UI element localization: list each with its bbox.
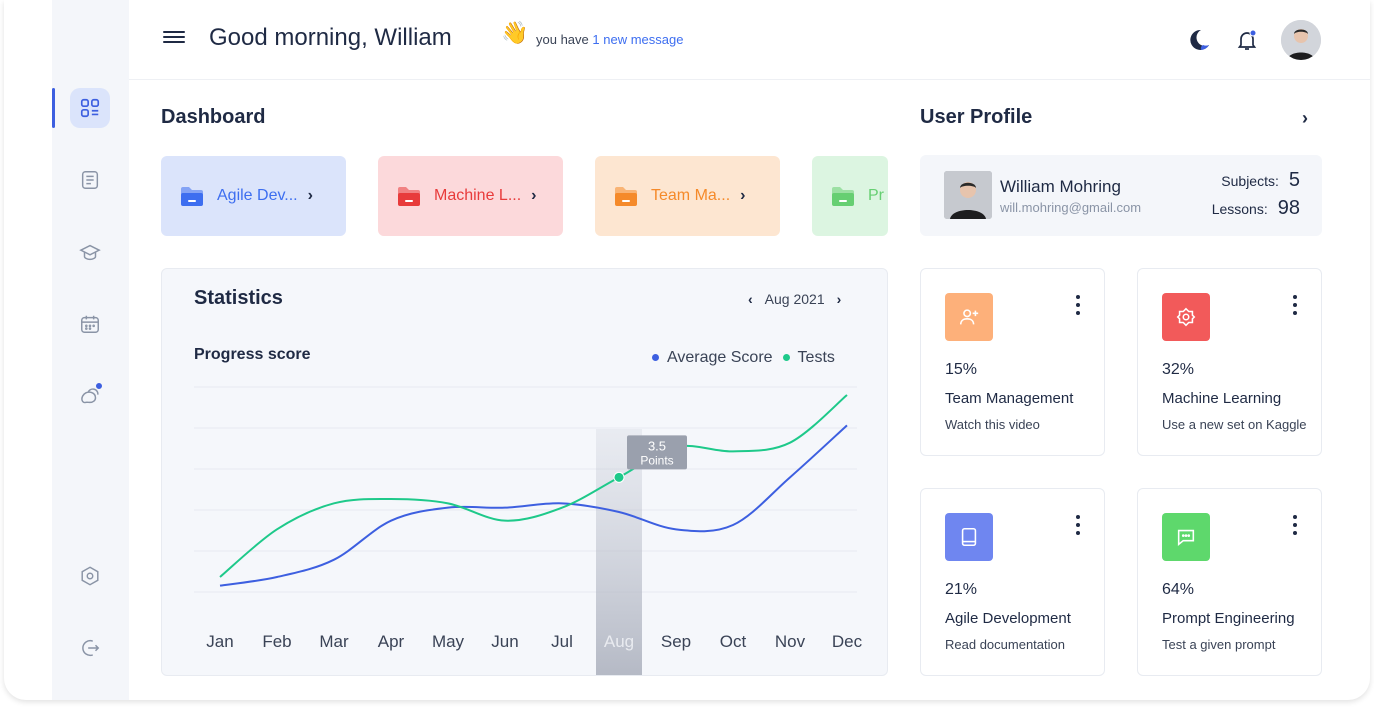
task-title: Machine Learning [1162, 390, 1282, 407]
profile-chevron-icon[interactable]: › [1302, 108, 1308, 129]
tests-line [219, 394, 848, 578]
subjects-stat: Subjects: 5 [1221, 169, 1300, 191]
x-tick-label: Oct [720, 632, 747, 651]
add-user-icon [945, 293, 993, 341]
average-score-line [219, 424, 848, 587]
statistics-panel: Statistics ‹ Aug 2021 › Progress score A… [161, 268, 888, 676]
message-icon [1162, 513, 1210, 561]
course-name: Team Ma... [651, 187, 731, 204]
book-icon [945, 513, 993, 561]
moon-icon[interactable] [1187, 28, 1211, 52]
task-title: Agile Development [945, 610, 1071, 627]
task-title: Team Management [945, 390, 1074, 407]
logout-icon[interactable] [70, 628, 110, 668]
folder-icon [832, 187, 854, 206]
task-percent: 15% [945, 361, 978, 378]
task-title: Prompt Engineering [1162, 610, 1295, 627]
folder-icon [398, 187, 420, 206]
gear-flower-icon [1162, 293, 1210, 341]
course-card[interactable]: Pr [812, 156, 888, 236]
x-tick-label: Jul [551, 632, 573, 651]
calendar-icon[interactable] [70, 304, 110, 344]
x-tick-label: Nov [775, 632, 806, 651]
chevron-right-icon: › [531, 187, 537, 204]
folder-icon [181, 187, 203, 206]
task-subtitle: Use a new set on Kaggle [1162, 417, 1307, 432]
task-card[interactable]: 64% Prompt Engineering Test a given prompt [1137, 488, 1322, 676]
tooltip-unit: Points [640, 453, 673, 467]
more-options-icon[interactable] [1291, 515, 1299, 535]
profile-email: will.mohring@gmail.com [1000, 200, 1142, 215]
chevron-right-icon: › [740, 187, 746, 204]
highlight-point [613, 471, 625, 483]
course-name: Pr [868, 187, 884, 204]
tooltip-value: 3.5 [648, 438, 666, 453]
profile-avatar [944, 171, 992, 219]
task-card[interactable]: 15% Team Management Watch this video [920, 268, 1105, 456]
user-profile-title: User Profile [920, 106, 1033, 128]
profile-card[interactable]: William Mohring will.mohring@gmail.com S… [920, 155, 1322, 236]
x-tick-label: Jun [491, 632, 518, 651]
folder-icon [615, 187, 637, 206]
chat-icon[interactable] [70, 376, 110, 416]
notification-badge [95, 382, 103, 390]
task-percent: 32% [1162, 361, 1195, 378]
course-card[interactable]: Machine L... › [378, 156, 563, 236]
x-tick-label: Apr [378, 632, 405, 651]
profile-name: William Mohring [1000, 177, 1121, 196]
more-options-icon[interactable] [1074, 295, 1082, 315]
task-percent: 64% [1162, 581, 1195, 598]
more-options-icon[interactable] [1074, 515, 1082, 535]
x-tick-label: Dec [832, 632, 863, 651]
x-tick-label: Feb [262, 632, 291, 651]
task-subtitle: Read documentation [945, 637, 1065, 652]
app-window: Good morning, William 👋 you have 1 new m… [4, 0, 1370, 700]
lessons-stat: Lessons: 98 [1211, 197, 1300, 219]
avatar[interactable] [1281, 20, 1321, 60]
x-tick-label: May [432, 632, 465, 651]
course-name: Machine L... [434, 187, 522, 204]
task-card[interactable]: 32% Machine Learning Use a new set on Kagg… [1137, 268, 1322, 456]
task-card[interactable]: 21% Agile Development Read documentation [920, 488, 1105, 676]
x-tick-label: Jan [206, 632, 233, 651]
bell-icon[interactable] [1235, 28, 1259, 52]
task-percent: 21% [945, 581, 978, 598]
x-tick-label: Mar [319, 632, 349, 651]
more-options-icon[interactable] [1291, 295, 1299, 315]
chevron-right-icon: › [307, 187, 313, 204]
progress-line-chart: 3.5Points Jan Feb Mar Apr May Jun Jul Aug Sep Oct N… [194, 386, 863, 675]
settings-icon[interactable] [70, 556, 110, 596]
course-card[interactable]: Team Ma... › [595, 156, 780, 236]
x-tick-label: Sep [661, 632, 691, 651]
course-card[interactable]: Agile Dev... › [161, 156, 346, 236]
task-subtitle: Watch this video [945, 417, 1040, 432]
course-list: Agile Dev... › Machine L... › Team Ma... › Pr [4, 0, 888, 260]
x-tick-label: Aug [604, 632, 634, 651]
task-subtitle: Test a given prompt [1162, 637, 1276, 652]
course-name: Agile Dev... [217, 187, 298, 204]
